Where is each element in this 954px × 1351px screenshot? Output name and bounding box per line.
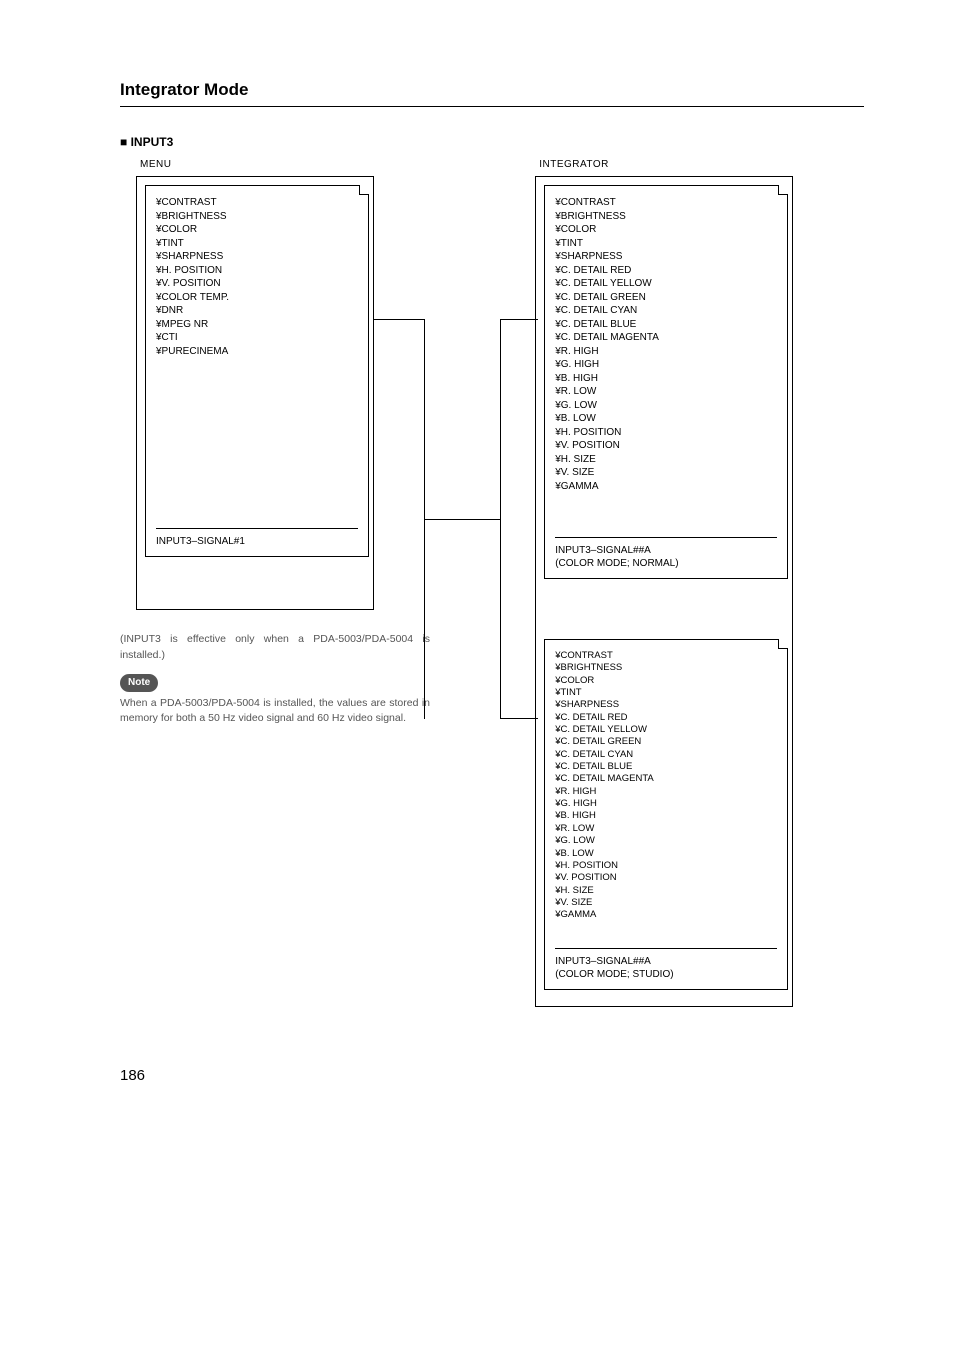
menu-item: ¥COLOR <box>555 675 777 687</box>
menu-item: ¥B. HIGH <box>555 810 777 822</box>
menu-label: MENU <box>140 159 447 170</box>
menu-item: ¥B. LOW <box>555 848 777 860</box>
menu-item: ¥C. DETAIL MAGENTA <box>555 773 777 785</box>
note-block: (INPUT3 is effective only when a PDA-500… <box>120 632 430 727</box>
menu-item: ¥GAMMA <box>555 909 777 921</box>
menu-item: ¥C. DETAIL GREEN <box>555 736 777 748</box>
menu-item: ¥SHARPNESS <box>156 250 358 264</box>
menu-item: ¥C. DETAIL CYAN <box>555 304 777 318</box>
notch-icon <box>778 639 788 649</box>
menu-item: ¥H. SIZE <box>555 885 777 897</box>
menu-item: ¥C. DETAIL YELLOW <box>555 277 777 291</box>
menu-item: ¥H. POSITION <box>156 264 358 278</box>
menu-item: ¥SHARPNESS <box>555 699 777 711</box>
section-title: Integrator Mode <box>120 80 864 100</box>
note-line-2: When a PDA-5003/PDA-5004 is installed, t… <box>120 696 430 728</box>
menu-item: ¥V. SIZE <box>555 466 777 480</box>
menu-item: ¥C. DETAIL GREEN <box>555 291 777 305</box>
menu-item: ¥H. SIZE <box>555 453 777 467</box>
menu-item: ¥V. POSITION <box>555 872 777 884</box>
menu-item: ¥CTI <box>156 331 358 345</box>
right-column: INTEGRATOR ¥CONTRAST ¥BRIGHTNESS ¥COLOR … <box>487 159 864 1007</box>
menu-item: ¥C. DETAIL CYAN <box>555 749 777 761</box>
connector-mid <box>424 519 500 520</box>
menu-item: ¥COLOR TEMP. <box>156 291 358 305</box>
footer-line: INPUT3–SIGNAL##A <box>555 544 777 557</box>
menu-item: ¥MPEG NR <box>156 318 358 332</box>
integrator-footer-a: INPUT3–SIGNAL##A (COLOR MODE; NORMAL) <box>555 544 777 570</box>
menu-item: ¥C. DETAIL RED <box>555 264 777 278</box>
menu-item: ¥DNR <box>156 304 358 318</box>
connector-bracket <box>500 319 538 719</box>
notch-icon <box>778 185 788 195</box>
menu-item: ¥TINT <box>555 687 777 699</box>
menu-window-inner: ¥CONTRAST ¥BRIGHTNESS ¥COLOR ¥TINT ¥SHAR… <box>145 185 369 557</box>
integrator-footer-b: INPUT3–SIGNAL##A (COLOR MODE; STUDIO) <box>555 955 777 981</box>
menu-item: ¥TINT <box>156 237 358 251</box>
menu-item: ¥V. POSITION <box>156 277 358 291</box>
menu-item: ¥G. LOW <box>555 835 777 847</box>
integrator-window-b: ¥CONTRAST ¥BRIGHTNESS ¥COLOR ¥TINT ¥SHAR… <box>544 639 788 990</box>
note-badge: Note <box>120 674 158 692</box>
menu-item: ¥CONTRAST <box>555 650 777 662</box>
menu-list: ¥CONTRAST ¥BRIGHTNESS ¥COLOR ¥TINT ¥SHAR… <box>156 196 358 358</box>
menu-item: ¥BRIGHTNESS <box>555 662 777 674</box>
menu-item: ¥C. DETAIL YELLOW <box>555 724 777 736</box>
menu-item: ¥PURECINEMA <box>156 345 358 359</box>
menu-item: ¥GAMMA <box>555 480 777 494</box>
divider <box>120 106 864 107</box>
menu-item: ¥COLOR <box>156 223 358 237</box>
menu-item: ¥G. HIGH <box>555 358 777 372</box>
footer-line: (COLOR MODE; STUDIO) <box>555 968 777 981</box>
page: Integrator Mode ■ INPUT3 MENU ¥CONTRAST … <box>0 0 954 1134</box>
integrator-list-a: ¥CONTRAST ¥BRIGHTNESS ¥COLOR ¥TINT ¥SHAR… <box>555 196 777 493</box>
menu-item: ¥CONTRAST <box>555 196 777 210</box>
menu-item: ¥B. LOW <box>555 412 777 426</box>
menu-item: ¥SHARPNESS <box>555 250 777 264</box>
menu-item: ¥V. SIZE <box>555 897 777 909</box>
menu-item: ¥C. DETAIL MAGENTA <box>555 331 777 345</box>
menu-item: ¥TINT <box>555 237 777 251</box>
notch-icon <box>359 185 369 195</box>
menu-item: ¥H. POSITION <box>555 860 777 872</box>
footer-line: INPUT3–SIGNAL##A <box>555 955 777 968</box>
menu-item: ¥BRIGHTNESS <box>555 210 777 224</box>
menu-item: ¥COLOR <box>555 223 777 237</box>
menu-item: ¥R. LOW <box>555 385 777 399</box>
menu-item: ¥BRIGHTNESS <box>156 210 358 224</box>
menu-window-outer: ¥CONTRAST ¥BRIGHTNESS ¥COLOR ¥TINT ¥SHAR… <box>136 176 374 610</box>
menu-item: ¥C. DETAIL BLUE <box>555 318 777 332</box>
menu-divider <box>555 948 777 949</box>
subhead-input3: ■ INPUT3 <box>120 135 864 149</box>
note-line-1: (INPUT3 is effective only when a PDA-500… <box>120 632 430 664</box>
integrator-label: INTEGRATOR <box>539 159 864 170</box>
menu-item: ¥C. DETAIL BLUE <box>555 761 777 773</box>
left-column: MENU ¥CONTRAST ¥BRIGHTNESS ¥COLOR ¥TINT … <box>120 159 447 727</box>
integrator-window-outer: ¥CONTRAST ¥BRIGHTNESS ¥COLOR ¥TINT ¥SHAR… <box>535 176 793 1007</box>
integrator-list-b: ¥CONTRAST ¥BRIGHTNESS ¥COLOR ¥TINT ¥SHAR… <box>555 650 777 922</box>
diagram-columns: MENU ¥CONTRAST ¥BRIGHTNESS ¥COLOR ¥TINT … <box>120 159 864 1007</box>
footer-line: (COLOR MODE; NORMAL) <box>555 557 777 570</box>
menu-item: ¥G. HIGH <box>555 798 777 810</box>
menu-footer: INPUT3–SIGNAL#1 <box>156 535 358 548</box>
menu-item: ¥C. DETAIL RED <box>555 712 777 724</box>
menu-item: ¥CONTRAST <box>156 196 358 210</box>
integrator-window-a: ¥CONTRAST ¥BRIGHTNESS ¥COLOR ¥TINT ¥SHAR… <box>544 185 788 579</box>
menu-item: ¥R. HIGH <box>555 786 777 798</box>
menu-item: ¥V. POSITION <box>555 439 777 453</box>
menu-item: ¥H. POSITION <box>555 426 777 440</box>
menu-item: ¥B. HIGH <box>555 372 777 386</box>
menu-divider <box>555 537 777 538</box>
menu-divider <box>156 528 358 529</box>
menu-item: ¥R. LOW <box>555 823 777 835</box>
menu-item: ¥G. LOW <box>555 399 777 413</box>
page-number: 186 <box>120 1067 864 1084</box>
menu-item: ¥R. HIGH <box>555 345 777 359</box>
connector-left <box>374 319 424 320</box>
